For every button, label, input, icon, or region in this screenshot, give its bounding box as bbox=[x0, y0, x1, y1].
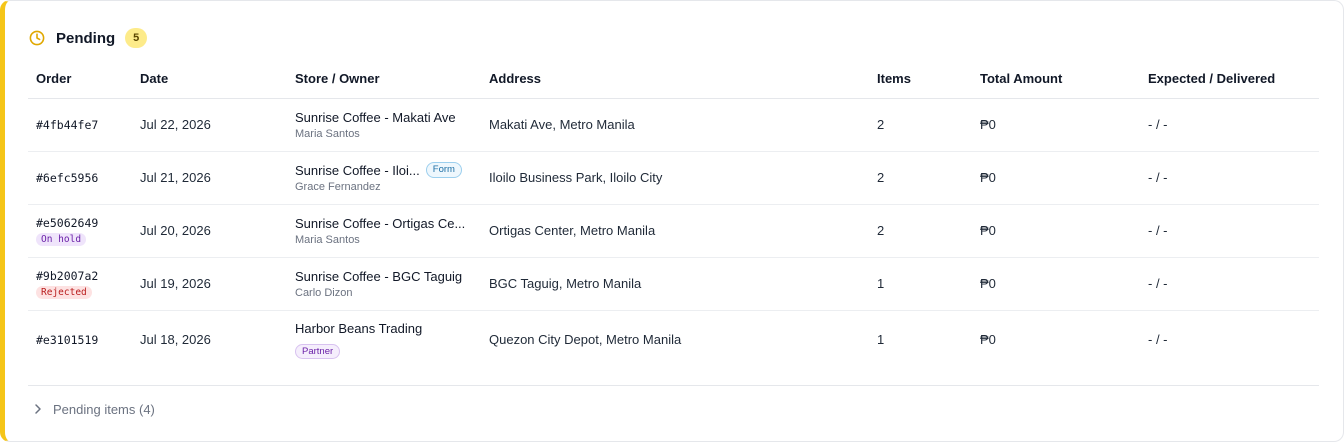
table-row[interactable]: #9b2007a2 Rejected Jul 19, 2026 Sunrise … bbox=[28, 257, 1319, 311]
order-id[interactable]: #9b2007a2 bbox=[36, 269, 124, 283]
section-title: Pending bbox=[56, 29, 116, 47]
column-header-expected[interactable]: Expected / Delivered bbox=[1140, 59, 1319, 99]
clock-icon bbox=[28, 29, 46, 47]
section-header: Pending 5 bbox=[28, 25, 148, 51]
items-cell: 2 bbox=[869, 98, 972, 152]
date-cell: Jul 19, 2026 bbox=[132, 257, 287, 311]
chevron-right-icon bbox=[35, 404, 41, 414]
footer-divider bbox=[28, 385, 1319, 386]
items-cell: 1 bbox=[877, 332, 885, 348]
table-header-row: Order Date Store / Owner Address Items T… bbox=[28, 59, 1319, 99]
column-header-order[interactable]: Order bbox=[28, 59, 132, 99]
table-row[interactable]: #e3101519 Jul 18, 2026 Harbor Beans Trad… bbox=[28, 310, 1319, 369]
owner-name: Carlo Dizon bbox=[295, 286, 353, 299]
owner-name: Maria Santos bbox=[295, 233, 360, 246]
store-cell: Sunrise Coffee - Ortigas Ce... Maria San… bbox=[287, 204, 481, 258]
expected-delivered-cell: - / - bbox=[1140, 151, 1319, 205]
store-name[interactable]: Sunrise Coffee - Ortigas Ce... bbox=[295, 216, 465, 231]
form-badge: Form bbox=[425, 162, 462, 178]
total-cell: ₱0 bbox=[972, 151, 1140, 205]
address-cell: Iloilo Business Park, Iloilo City bbox=[481, 151, 869, 205]
address-cell: Makati Ave, Metro Manila bbox=[481, 98, 869, 152]
total-cell: ₱0 bbox=[972, 204, 1140, 258]
address-cell: Quezon City Depot, Metro Manila bbox=[489, 332, 682, 348]
order-id[interactable]: #4fb44fe7 bbox=[36, 118, 124, 132]
owner-name: Grace Fernandez bbox=[295, 181, 381, 193]
order-cell: #e5062649 On hold bbox=[28, 204, 132, 258]
store-cell: Sunrise Coffee - Iloi... Form Grace Fern… bbox=[287, 151, 481, 205]
order-id[interactable]: #e3101519 bbox=[36, 333, 124, 347]
owner-name: Maria Santos bbox=[295, 127, 360, 140]
store-cell: Sunrise Coffee - Makati Ave Maria Santos bbox=[287, 98, 481, 152]
column-header-store[interactable]: Store / Owner bbox=[287, 59, 481, 99]
expected-delivered-cell: - / - bbox=[1148, 332, 1168, 348]
items-cell: 1 bbox=[869, 257, 972, 311]
pending-items-label: Pending items (4) bbox=[53, 401, 155, 417]
date-cell: Jul 18, 2026 bbox=[140, 332, 211, 348]
total-cell: ₱0 bbox=[972, 98, 1140, 152]
order-cell: #e3101519 bbox=[28, 310, 132, 369]
store-name[interactable]: Harbor Beans Trading bbox=[295, 321, 422, 336]
column-header-date[interactable]: Date bbox=[132, 59, 287, 99]
total-cell: ₱0 bbox=[980, 332, 996, 348]
address-cell: BGC Taguig, Metro Manila bbox=[481, 257, 869, 311]
date-cell: Jul 20, 2026 bbox=[132, 204, 287, 258]
column-header-total[interactable]: Total Amount bbox=[972, 59, 1140, 99]
order-cell: #4fb44fe7 bbox=[28, 98, 132, 152]
rejected-badge: Rejected bbox=[36, 285, 92, 299]
order-id[interactable]: #e5062649 bbox=[36, 216, 124, 230]
address-cell: Ortigas Center, Metro Manila bbox=[481, 204, 869, 258]
date-cell: Jul 22, 2026 bbox=[132, 98, 287, 152]
total-cell: ₱0 bbox=[972, 257, 1140, 311]
order-id[interactable]: #6efc5956 bbox=[36, 171, 124, 185]
expected-delivered-cell: - / - bbox=[1140, 257, 1319, 311]
column-header-items[interactable]: Items bbox=[869, 59, 972, 99]
date-cell: Jul 21, 2026 bbox=[132, 151, 287, 205]
expected-delivered-cell: - / - bbox=[1140, 98, 1319, 152]
on-hold-badge: On hold bbox=[36, 232, 87, 246]
store-cell: Sunrise Coffee - BGC Taguig Carlo Dizon bbox=[287, 257, 481, 311]
partner-badge: Partner bbox=[295, 343, 341, 359]
order-cell: #6efc5956 bbox=[28, 151, 132, 205]
order-cell: #9b2007a2 Rejected bbox=[28, 257, 132, 311]
column-header-address[interactable]: Address bbox=[481, 59, 869, 99]
pending-orders-card: Pending 5 Order Date Store / Owner Addre… bbox=[0, 0, 1344, 442]
pending-count-badge: 5 bbox=[125, 28, 148, 48]
expected-delivered-cell: - / - bbox=[1140, 204, 1319, 258]
pending-items-toggle[interactable]: Pending items (4) bbox=[33, 399, 155, 419]
table-row[interactable]: #e5062649 On hold Jul 20, 2026 Sunrise C… bbox=[28, 204, 1319, 258]
items-cell: 2 bbox=[869, 204, 972, 258]
store-name[interactable]: Sunrise Coffee - Makati Ave bbox=[295, 110, 456, 125]
orders-table: Order Date Store / Owner Address Items T… bbox=[28, 59, 1319, 369]
store-name[interactable]: Sunrise Coffee - BGC Taguig bbox=[295, 269, 462, 284]
table-row[interactable]: #6efc5956 Jul 21, 2026 Sunrise Coffee - … bbox=[28, 151, 1319, 205]
store-cell: Harbor Beans Trading Partner bbox=[287, 310, 481, 369]
store-name[interactable]: Sunrise Coffee - Iloi... bbox=[295, 163, 420, 178]
table-row[interactable]: #4fb44fe7 Jul 22, 2026 Sunrise Coffee - … bbox=[28, 98, 1319, 152]
items-cell: 2 bbox=[869, 151, 972, 205]
